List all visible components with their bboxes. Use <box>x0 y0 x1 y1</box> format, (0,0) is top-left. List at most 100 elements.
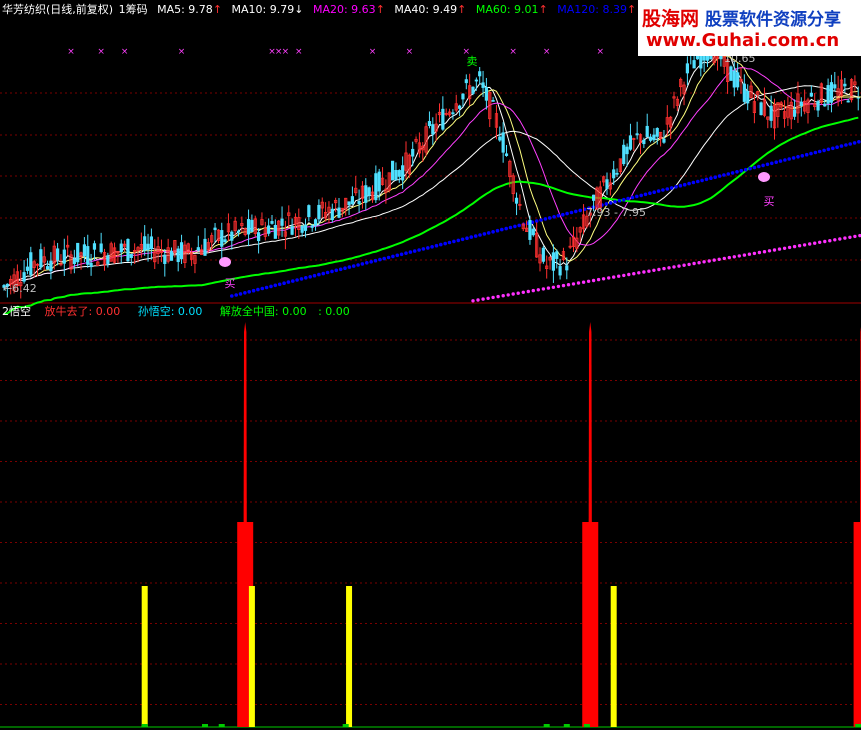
candle-body <box>169 251 174 261</box>
ma120-dot <box>256 287 260 292</box>
ma120-dot <box>778 159 783 163</box>
signal-marker: × <box>295 47 303 57</box>
candle-body <box>149 236 153 250</box>
ma-magenta-dot <box>853 234 857 239</box>
ma-magenta-dot <box>833 238 837 242</box>
ma120-dot <box>552 215 556 219</box>
candle-body <box>484 87 489 101</box>
candle-body <box>213 227 217 231</box>
ma-magenta-dot <box>531 288 535 293</box>
ma120-dot <box>743 167 748 172</box>
ma120-dot <box>791 156 796 160</box>
candle-body <box>759 102 763 116</box>
ma120-dot <box>373 258 378 263</box>
ma-magenta-dot <box>823 239 827 244</box>
yellow-bar <box>248 586 255 727</box>
candle-body <box>662 138 666 143</box>
ma120-dot <box>482 232 487 236</box>
candle-body <box>300 225 304 233</box>
ma120-dot <box>356 263 360 267</box>
ma120-dot <box>251 288 256 293</box>
ma-magenta-dot <box>808 242 812 246</box>
ma120-dot <box>260 286 265 291</box>
ma120-dot <box>299 277 304 281</box>
ma120-dot <box>395 253 400 258</box>
ma-magenta-dot <box>757 250 762 255</box>
ma120-dot <box>691 180 696 185</box>
candle-body <box>635 133 639 136</box>
ma120-dot <box>770 161 774 166</box>
ma-magenta-dot <box>732 255 736 259</box>
ma-magenta-dot <box>787 245 792 250</box>
ma120-dot <box>321 271 326 276</box>
candle-body <box>625 146 629 155</box>
ma120-dot <box>608 201 613 205</box>
ma120-dot <box>839 144 844 148</box>
ma120-value: MA120: 8.39↑ <box>557 3 637 16</box>
ma120-dot <box>857 140 861 144</box>
ma120-dot <box>739 168 744 173</box>
ma-magenta-dot <box>581 280 586 284</box>
ma120-dot <box>439 242 443 247</box>
yellow-bar <box>346 586 353 727</box>
ma-magenta-dot <box>622 273 626 278</box>
candle-body <box>592 194 596 201</box>
candle-body <box>367 187 371 196</box>
ma-magenta-dot <box>652 268 656 272</box>
ma120-dot <box>682 182 687 187</box>
ma10-line <box>3 55 859 288</box>
candle-body <box>551 252 556 271</box>
ma120-dot <box>665 187 670 191</box>
candle-body <box>498 136 502 141</box>
ma120-dot <box>626 196 630 201</box>
candle-body <box>541 247 545 262</box>
ma120-dot <box>574 209 578 214</box>
ma120-dot <box>796 155 800 159</box>
candle-body <box>390 160 395 181</box>
ma-magenta-dot <box>782 246 787 250</box>
watermark-brand: 股海网 <box>642 8 700 30</box>
candle-body <box>256 232 261 242</box>
red-body-bar <box>853 522 861 727</box>
signal-marker: × <box>67 47 75 57</box>
ma120-dot <box>378 257 382 262</box>
candle-body <box>401 165 405 181</box>
ma-magenta-dot <box>571 282 576 286</box>
candle-body <box>528 219 532 240</box>
ma-magenta-dot <box>697 261 701 265</box>
ma120-dot <box>491 230 495 234</box>
ma120-dot <box>804 152 809 157</box>
chart-canvas[interactable]: ××××××××××××××××10.65←6.427.93 - 7.95卖买买 <box>0 0 861 730</box>
candle-body <box>89 262 93 268</box>
signal-marker: × <box>597 47 605 57</box>
candle-body <box>220 230 224 247</box>
ma120-dot <box>539 218 543 222</box>
ma120-dot <box>460 237 465 242</box>
ma-magenta-dot <box>737 254 741 258</box>
ma120-dot <box>704 177 709 182</box>
stock-title: 华芳纺织(日线,前复权) <box>2 3 114 16</box>
ma120-dot <box>478 233 482 237</box>
ma-magenta-dot <box>612 275 616 279</box>
indicator-unnamed: : 0.00 <box>318 305 350 318</box>
candle-body <box>246 219 251 235</box>
candle-body <box>290 226 294 235</box>
ma120-dot <box>565 211 569 216</box>
ma-magenta-dot <box>627 272 631 277</box>
ma120-dot <box>735 170 739 174</box>
ma120-dot <box>365 261 369 265</box>
ma-magenta-dot <box>662 266 666 271</box>
indicator-fangniu: 放牛去了: 0.00 <box>44 305 121 318</box>
ma-magenta-dot <box>792 244 797 249</box>
ma120-dot <box>500 227 504 232</box>
candle-body <box>427 121 432 127</box>
green-tick <box>543 724 550 727</box>
candle-body <box>843 83 847 87</box>
candle-body <box>176 248 180 263</box>
ma-magenta-dot <box>797 244 802 248</box>
ma120-dot <box>264 285 269 290</box>
green-tick <box>202 724 208 727</box>
ma120-dot <box>465 236 469 240</box>
candle-body <box>555 251 559 259</box>
indicator-header: 2悟空 放牛去了: 0.00 孙悟空: 0.00 解放全中国: 0.00 : 0… <box>2 305 356 319</box>
